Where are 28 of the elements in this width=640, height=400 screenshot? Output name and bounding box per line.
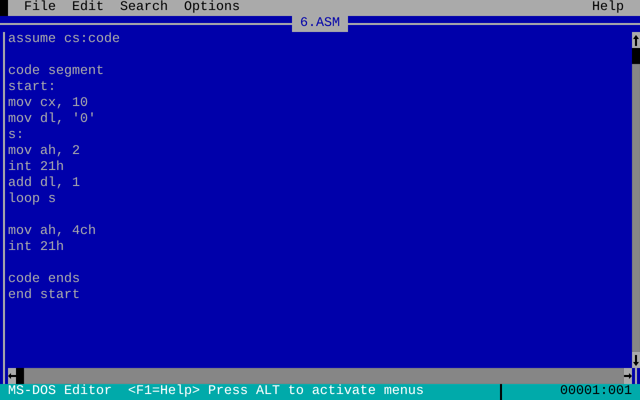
code-line: start:	[8, 80, 56, 96]
text-area[interactable]: assume cs:code code segment start: mov cx, 10 mov dl, '0' s: mov ah, 2 int 21h add dl, 1 loop s mov ah, 4ch int 21h code ends end start	[8, 32, 632, 368]
code-line: code segment	[8, 64, 104, 80]
code-line: mov ah, 2	[8, 144, 80, 160]
code-line: end start	[8, 288, 80, 304]
scroll-thumb[interactable]	[632, 48, 640, 64]
code-line: mov cx, 10	[8, 96, 88, 112]
code-line: mov dl, '0'	[8, 112, 96, 128]
code-line: code ends	[8, 272, 80, 288]
scroll-down-button[interactable]	[632, 352, 640, 368]
status-message: MS-DOS Editor <F1=Help> Press ALT to activate menus	[7, 384, 425, 400]
window-title: 6.ASM	[292, 16, 348, 32]
menu-item[interactable]: Search	[120, 0, 168, 16]
cursor-position: 00001:001	[559, 384, 633, 400]
code-line: loop s	[8, 192, 56, 208]
menu-item[interactable]: Options	[184, 0, 240, 16]
code-line: int 21h	[8, 160, 64, 176]
code-line: add dl, 1	[8, 176, 80, 192]
corner-block	[0, 0, 8, 16]
menu-item[interactable]: Edit	[72, 0, 104, 16]
code-line: assume cs:code	[8, 32, 120, 48]
code-line: int 21h	[8, 240, 64, 256]
code-line: mov ah, 4ch	[8, 224, 96, 240]
menu-item[interactable]: Help	[592, 0, 624, 16]
scroll-thumb[interactable]	[16, 368, 24, 384]
scroll-up-button[interactable]	[632, 32, 640, 48]
menu-item[interactable]: File	[24, 0, 56, 16]
code-line: s:	[8, 128, 24, 144]
